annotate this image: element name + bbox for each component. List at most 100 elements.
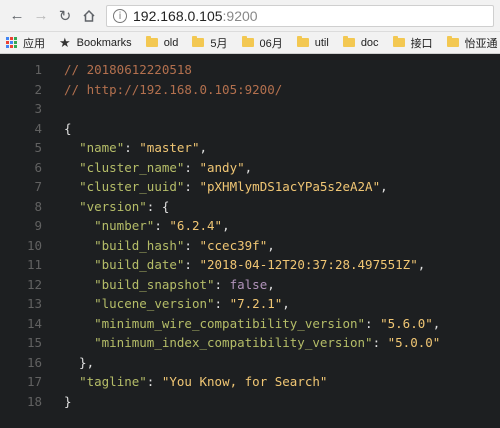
bookmark-folder-may[interactable]: 5月: [192, 35, 228, 51]
code-line: 1 // 20180612220518: [0, 60, 500, 80]
json-str-token: "andy": [199, 159, 245, 175]
code-line: 18}: [0, 392, 500, 412]
code-text: "version": {: [64, 197, 169, 217]
code-line: 2 // http://192.168.0.105:9200/: [0, 80, 500, 100]
json-key-token: "tagline": [79, 374, 147, 389]
code-text: },: [64, 353, 94, 373]
json-token: },: [64, 354, 95, 370]
json-key-token: "cluster_uuid": [79, 179, 185, 194]
json-str-token: "2018-04-12T20:37:28.497551Z": [199, 257, 418, 272]
code-line: 9 "number": "6.2.4",: [0, 216, 500, 236]
line-number: 6: [34, 159, 42, 175]
folder-icon: [392, 36, 405, 47]
code-line: 5 "name": "master",: [0, 138, 500, 158]
code-text: "build_snapshot": false,: [64, 275, 275, 295]
code-line: 8 "version": {: [0, 197, 500, 217]
line-number: 10: [26, 237, 42, 253]
line-number: 7: [34, 179, 42, 194]
bookmark-label: 06月: [259, 37, 283, 50]
home-icon[interactable]: [78, 5, 100, 27]
json-key-token: "name": [79, 140, 125, 155]
bookmark-folder-eternal-asia[interactable]: 怡亚通: [446, 35, 498, 51]
code-text: "cluster_name": "andy",: [64, 158, 252, 178]
code-text: {: [64, 119, 72, 139]
json-key-token: "build_snapshot": [94, 276, 215, 292]
line-number: 5: [34, 140, 42, 155]
code-text: }: [64, 392, 72, 412]
json-token: ,: [267, 276, 275, 292]
code-text: // 20180612220518: [64, 60, 192, 80]
url-port: :9200: [222, 7, 258, 24]
code-line: 4{: [0, 119, 500, 139]
code-line: 6 "cluster_name": "andy",: [0, 158, 500, 178]
json-key-token: "version": [79, 198, 147, 214]
code-text: "build_hash": "ccec39f",: [64, 236, 275, 256]
reload-icon[interactable]: ↻: [54, 5, 76, 27]
json-token: :: [154, 218, 170, 233]
bookmark-label: Bookmarks: [76, 36, 132, 49]
json-token: :: [214, 296, 230, 311]
json-token: :: [146, 374, 162, 389]
bookmark-folder-june[interactable]: 06月: [241, 35, 283, 51]
code-line: 3: [0, 99, 500, 119]
back-icon[interactable]: ←: [6, 5, 28, 27]
line-number: 13: [26, 296, 42, 311]
json-token: ,: [222, 218, 230, 233]
json-str-token: "master": [139, 140, 200, 155]
code-line: 14 "minimum_wire_compatibility_version":…: [0, 314, 500, 334]
json-token: ,: [417, 257, 426, 272]
code-line: 12 "build_snapshot": false,: [0, 275, 500, 295]
json-key-token: "number": [94, 218, 155, 233]
code-line: 17 "tagline": "You Know, for Search": [0, 372, 500, 392]
json-token: :: [184, 159, 200, 175]
code-text: "tagline": "You Know, for Search": [64, 372, 327, 392]
json-bool-token: false: [229, 276, 268, 292]
line-number: 3: [34, 101, 42, 116]
json-token: :: [184, 257, 200, 272]
apps-grid-icon: [6, 37, 17, 48]
line-number: 18: [26, 393, 42, 409]
forward-icon[interactable]: →: [30, 5, 52, 27]
json-token: ,: [267, 237, 275, 253]
star-icon: ★: [59, 34, 71, 50]
json-token: ,: [380, 179, 388, 194]
code-text: "name": "master",: [64, 138, 207, 158]
code-line: 16 },: [0, 353, 500, 373]
line-number: 9: [34, 218, 42, 233]
json-token: ,: [244, 159, 253, 175]
json-comment-token: // http://192.168.0.105:9200/: [64, 81, 283, 97]
info-icon[interactable]: i: [113, 8, 127, 23]
json-key-token: "cluster_name": [79, 159, 185, 175]
bookmark-folder-api[interactable]: 接口: [392, 35, 433, 51]
code-text: "lucene_version": "7.2.1",: [64, 294, 290, 314]
bookmark-label: doc: [360, 36, 379, 49]
json-str-token: "7.2.1": [229, 296, 283, 311]
code-line: 7 "cluster_uuid": "pXHMlymDS1acYPa5s2eA2…: [0, 177, 500, 197]
bookmark-folder-util[interactable]: util: [296, 36, 329, 49]
line-number: 1: [34, 62, 42, 77]
code-line: 13 "lucene_version": "7.2.1",: [0, 294, 500, 314]
folder-icon: [342, 36, 355, 47]
json-key-token: "lucene_version": [94, 296, 215, 311]
bookmark-apps[interactable]: 应用: [6, 35, 45, 51]
json-str-token: "5.0.0": [387, 335, 441, 350]
bookmark-bookmarks[interactable]: ★ Bookmarks: [59, 35, 132, 51]
json-str-token: "5.6.0": [380, 315, 433, 331]
bookmark-label: 接口: [410, 37, 433, 50]
bookmark-folder-doc[interactable]: doc: [342, 36, 379, 49]
json-token: ,: [432, 315, 441, 331]
code-text: "cluster_uuid": "pXHMlymDS1acYPa5s2eA2A"…: [64, 177, 388, 197]
json-punc-token: }: [64, 393, 72, 409]
url-host: 192.168.0.105: [133, 7, 223, 24]
address-bar[interactable]: i 192.168.0.105:9200: [106, 4, 494, 27]
json-str-token: "6.2.4": [169, 218, 223, 233]
line-number: 4: [34, 120, 42, 136]
bookmark-folder-old[interactable]: old: [145, 36, 178, 49]
line-number: 17: [26, 374, 42, 389]
